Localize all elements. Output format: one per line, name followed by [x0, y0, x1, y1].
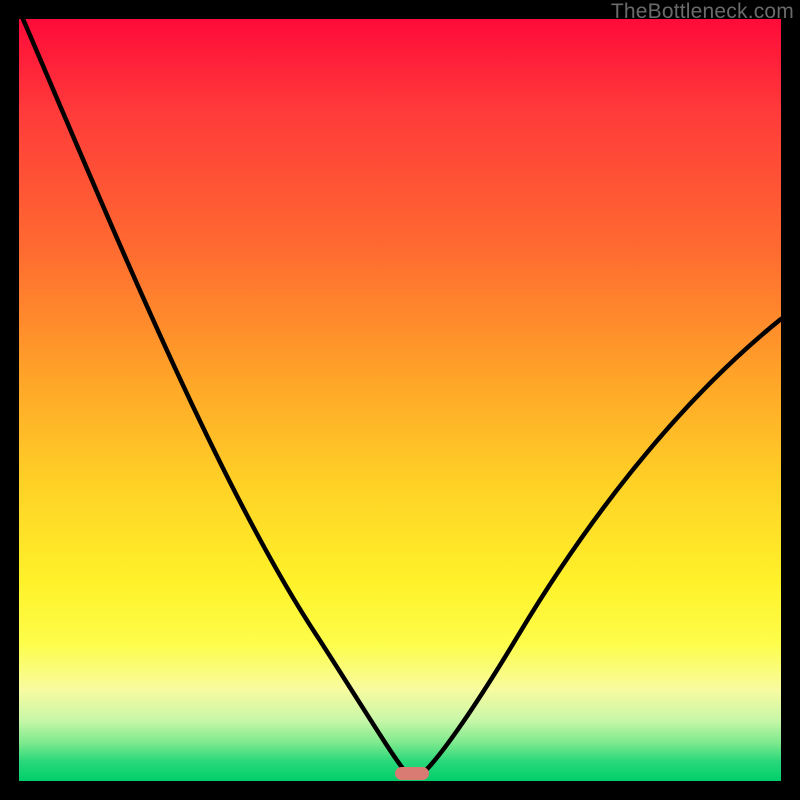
plot-area — [19, 19, 781, 781]
bottleneck-curve — [19, 19, 781, 781]
chart-frame: TheBottleneck.com — [0, 0, 800, 800]
optimal-marker — [395, 767, 429, 780]
watermark-text: TheBottleneck.com — [611, 0, 794, 24]
